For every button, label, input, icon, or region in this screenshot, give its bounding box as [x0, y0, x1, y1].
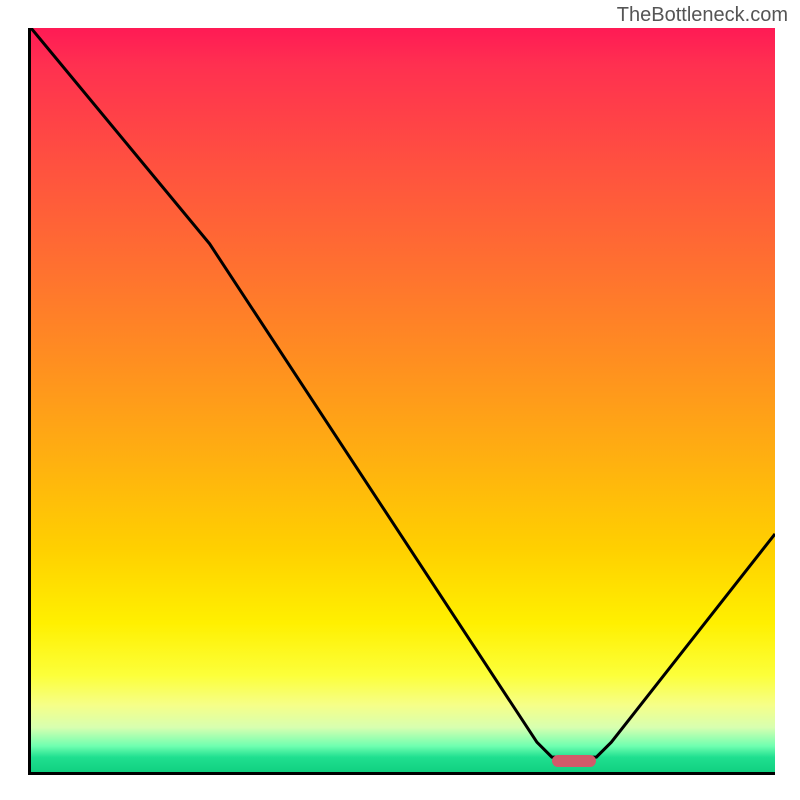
curve-line: [31, 28, 775, 757]
optimal-marker: [552, 755, 597, 767]
curve-svg: [31, 28, 775, 772]
chart-plot-area: [28, 28, 775, 775]
watermark: TheBottleneck.com: [617, 4, 788, 27]
